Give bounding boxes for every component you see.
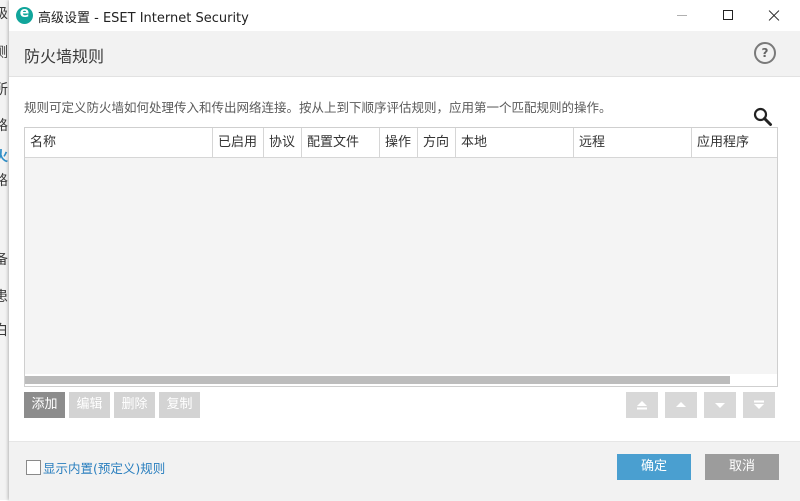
background-fragment: 级 xyxy=(0,6,8,22)
column-header-name[interactable]: 名称 xyxy=(25,128,213,157)
maximize-button[interactable] xyxy=(705,0,751,31)
move-down-button[interactable] xyxy=(704,392,736,418)
column-header-remote[interactable]: 远程 xyxy=(574,128,692,157)
column-header-action[interactable]: 操作 xyxy=(380,128,418,157)
title-bar[interactable]: 高级设置 - ESET Internet Security xyxy=(9,0,800,31)
move-to-bottom-icon xyxy=(754,400,764,409)
edit-button[interactable]: 编辑 xyxy=(69,392,110,418)
background-fragment: 所 xyxy=(0,82,8,98)
background-fragment: 白 xyxy=(0,323,8,339)
background-window: 级 测 所 路 火 路 ： 备 患 白 xyxy=(0,0,9,500)
page-title: 防火墙规则 xyxy=(24,47,105,66)
table-body[interactable] xyxy=(25,158,777,374)
move-to-top-icon xyxy=(637,401,647,410)
show-builtin-rules-label[interactable]: 显示内置(预定义)规则 xyxy=(43,458,165,477)
column-header-profile[interactable]: 配置文件 xyxy=(302,128,380,157)
column-header-local[interactable]: 本地 xyxy=(456,128,574,157)
help-button[interactable]: ? xyxy=(754,42,776,64)
arrow-down-icon xyxy=(715,403,725,408)
ok-button[interactable]: 确定 xyxy=(617,454,691,480)
background-fragment: 路 xyxy=(0,118,8,134)
dialog-footer: 显示内置(预定义)规则 确定 取消 xyxy=(9,441,800,501)
horizontal-scrollbar[interactable] xyxy=(25,374,777,386)
background-fragment: 路 xyxy=(0,173,8,189)
add-button[interactable]: 添加 xyxy=(24,392,65,418)
window-title: 高级设置 - ESET Internet Security xyxy=(38,11,249,26)
column-header-application[interactable]: 应用程序 xyxy=(692,128,777,157)
move-to-bottom-button[interactable] xyxy=(743,392,775,418)
scrollbar-thumb[interactable] xyxy=(25,376,730,384)
move-up-button[interactable] xyxy=(665,392,697,418)
move-to-top-button[interactable] xyxy=(626,392,658,418)
search-icon xyxy=(753,107,772,126)
advanced-settings-dialog: 高级设置 - ESET Internet Security 防火墙规则 ? 规则… xyxy=(9,0,800,501)
background-fragment: 测 xyxy=(0,45,8,61)
background-fragment: 备 xyxy=(0,252,8,268)
column-header-protocol[interactable]: 协议 xyxy=(264,128,302,157)
copy-button[interactable]: 复制 xyxy=(159,392,200,418)
column-header-enabled[interactable]: 已启用 xyxy=(213,128,264,157)
page-header: 防火墙规则 ? xyxy=(9,31,800,77)
firewall-rules-table: 名称 已启用 协议 配置文件 操作 方向 本地 远程 应用程序 xyxy=(24,127,778,387)
column-header-direction[interactable]: 方向 xyxy=(418,128,456,157)
cancel-button[interactable]: 取消 xyxy=(705,454,779,480)
background-fragment: 火 xyxy=(0,149,8,165)
minimize-button[interactable] xyxy=(659,0,705,31)
arrow-up-icon xyxy=(676,402,686,407)
search-button[interactable] xyxy=(752,106,774,128)
delete-button[interactable]: 删除 xyxy=(114,392,155,418)
background-fragment: 患 xyxy=(0,289,8,305)
description-text: 规则可定义防火墙如何处理传入和传出网络连接。按从上到下顺序评估规则，应用第一个匹… xyxy=(24,100,612,115)
show-builtin-rules-checkbox[interactable] xyxy=(26,460,41,475)
table-header: 名称 已启用 协议 配置文件 操作 方向 本地 远程 应用程序 xyxy=(25,128,777,158)
eset-logo-icon xyxy=(16,5,33,24)
background-fragment: ： xyxy=(0,212,8,232)
close-button[interactable] xyxy=(751,0,797,31)
